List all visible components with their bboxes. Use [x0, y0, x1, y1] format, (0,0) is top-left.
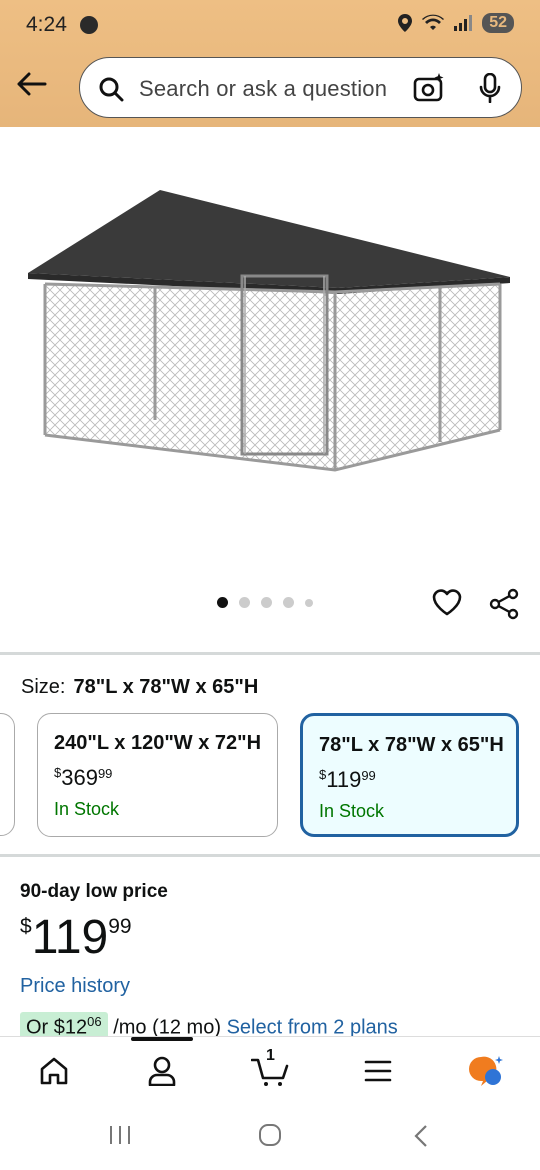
carousel-dot[interactable] [261, 597, 272, 608]
battery-badge: 52 [482, 13, 514, 33]
variant-stock: In Stock [319, 801, 385, 821]
nav-home[interactable] [34, 1051, 74, 1091]
recent-apps-icon[interactable] [108, 1124, 132, 1146]
back-button[interactable] [14, 66, 50, 102]
variant-stock: In Stock [54, 799, 120, 819]
rufus-assistant-icon [469, 1056, 503, 1086]
low-price-label: 90-day low price [20, 881, 168, 902]
share-icon[interactable] [488, 588, 520, 620]
select-plans-link[interactable]: Select from 2 plans [227, 1017, 398, 1036]
size-label-text: Size: [21, 676, 66, 698]
system-nav-bar [0, 1104, 540, 1170]
signal-icon [454, 15, 473, 31]
back-arrow-icon [17, 72, 47, 96]
variant-card-selected[interactable]: 78"L x 78"W x 65"H $11999 In Stock [300, 713, 519, 837]
messenger-icon [80, 16, 98, 34]
product-price: $11999 [20, 911, 132, 964]
cart-count: 1 [266, 1047, 275, 1064]
variant-card-partial[interactable] [0, 713, 15, 836]
carousel-dot[interactable] [217, 597, 228, 608]
product-image[interactable] [20, 180, 520, 480]
person-icon [148, 1056, 176, 1086]
nav-account[interactable] [142, 1051, 182, 1091]
search-input[interactable]: Search or ask a question [79, 57, 522, 118]
header: 4:24 52 Search or ask a question [0, 0, 540, 127]
camera-search-icon[interactable] [413, 73, 445, 103]
home-icon [40, 1057, 68, 1085]
bottom-nav: 1 [0, 1036, 540, 1104]
size-label: Size: 78"L x 78"W x 65"H [21, 676, 258, 699]
nav-cart[interactable]: 1 [250, 1047, 290, 1091]
wifi-icon [422, 14, 445, 30]
price-history-link[interactable]: Price history [20, 975, 130, 998]
image-carousel-dots[interactable] [217, 597, 313, 608]
monthly-price-badge: Or $1206 [20, 1012, 108, 1036]
back-nav-icon[interactable] [411, 1124, 431, 1148]
size-selected-value: 78"L x 78"W x 65"H [73, 676, 259, 698]
payment-plans-row: Or $1206 /mo (12 mo) Select from 2 plans [20, 1012, 398, 1036]
status-bar: 4:24 52 [0, 0, 540, 52]
variant-price: $11999 [319, 767, 376, 792]
plans-term: /mo (12 mo) [113, 1016, 221, 1036]
divider [0, 854, 540, 857]
variant-title: 240"L x 120"W x 72"H [54, 732, 262, 754]
variant-card[interactable]: 240"L x 120"W x 72"H $36999 In Stock [37, 713, 278, 837]
nav-menu[interactable] [358, 1051, 398, 1091]
heart-icon[interactable] [431, 587, 463, 617]
carousel-dot[interactable] [283, 597, 294, 608]
active-tab-indicator [131, 1037, 193, 1041]
microphone-icon[interactable] [478, 73, 502, 103]
home-button-icon[interactable] [258, 1124, 282, 1146]
variant-title: 78"L x 78"W x 65"H [319, 734, 504, 756]
search-placeholder: Search or ask a question [139, 76, 388, 101]
menu-icon [364, 1060, 392, 1082]
variant-price: $36999 [54, 765, 113, 790]
carousel-dot[interactable] [239, 597, 250, 608]
carousel-dot[interactable] [305, 598, 313, 607]
status-time: 4:24 [26, 13, 67, 36]
divider [0, 652, 540, 655]
status-icons: 52 [398, 13, 514, 33]
nav-rufus[interactable] [466, 1051, 506, 1091]
search-icon [99, 77, 124, 102]
location-icon [398, 14, 413, 32]
